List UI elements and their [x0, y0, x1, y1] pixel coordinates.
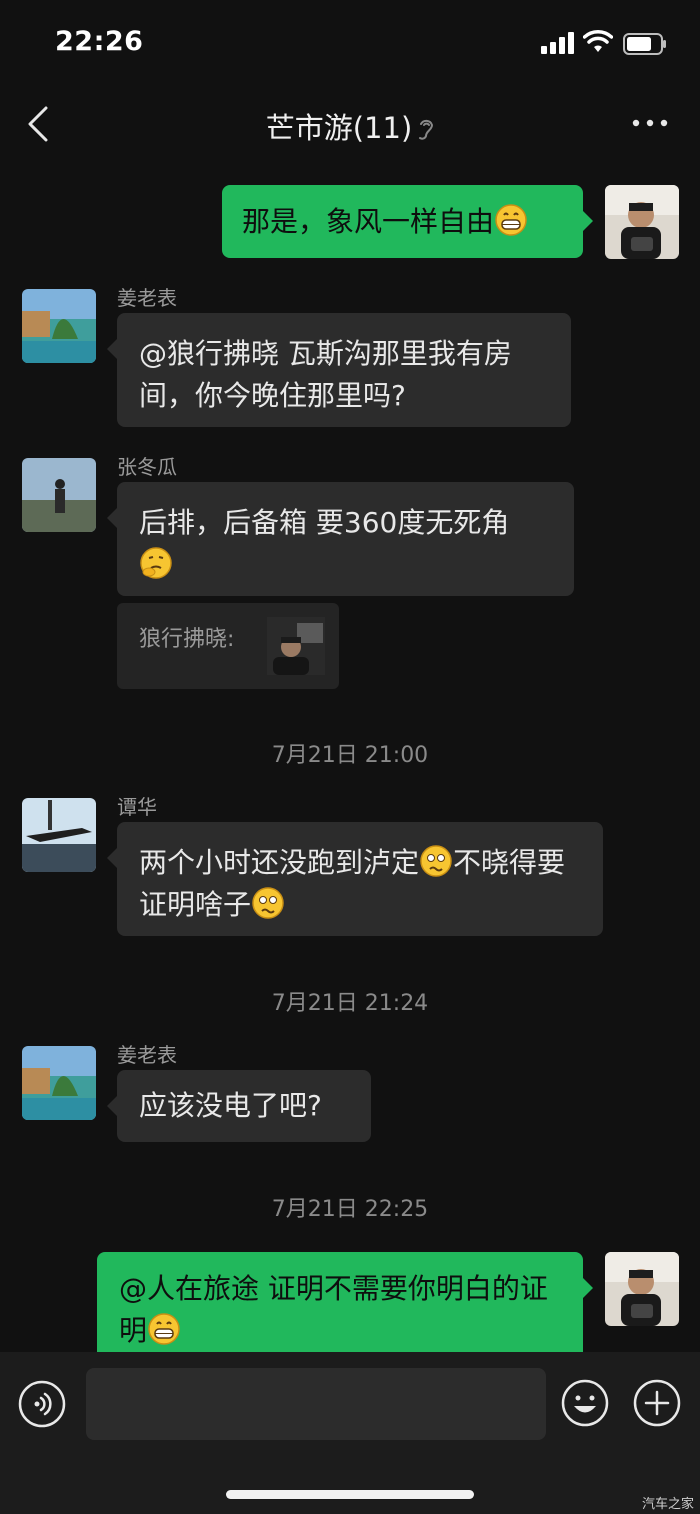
- message-bubble[interactable]: 两个小时还没跑到泸定 不晓得要证明啥子: [107, 822, 603, 936]
- timestamp: 7月21日 21:00: [271, 743, 429, 768]
- sender-name: 谭华: [117, 795, 157, 819]
- more-icon[interactable]: [628, 113, 672, 133]
- voice-icon[interactable]: [18, 1380, 66, 1428]
- avatar-tan[interactable]: [22, 798, 96, 872]
- message-input[interactable]: [86, 1368, 546, 1440]
- ear-icon: [419, 119, 434, 140]
- message-bubble[interactable]: @狼行拂晓 瓦斯沟那里我有房间，你今晚住那里吗?: [107, 313, 571, 427]
- message-text: @狼行拂晓 瓦斯沟那里我有房间，你今晚住那里吗?: [139, 337, 512, 412]
- watermark: 汽车之家: [641, 1497, 694, 1512]
- avatar-zhang[interactable]: [22, 458, 96, 532]
- sender-name: 姜老表: [117, 286, 177, 310]
- chat-title: 芒市游(11): [0, 105, 700, 147]
- sender-name: 姜老表: [117, 1043, 177, 1067]
- avatar-jiang[interactable]: [22, 289, 96, 363]
- message-bubble[interactable]: 应该没电了吧?: [107, 1070, 371, 1142]
- status-time: 22:26: [55, 26, 144, 57]
- timestamp: 7月21日 22:25: [271, 1197, 429, 1222]
- message-text: 那是，象风一样自由: [242, 205, 495, 238]
- avatar-self[interactable]: [605, 1252, 679, 1326]
- message-bubble-self[interactable]: 那是，象风一样自由: [222, 185, 593, 258]
- quoted-message[interactable]: 狼行拂晓:: [117, 603, 339, 689]
- chat-title-text: 芒市游(11): [265, 111, 413, 145]
- woozy-emoji-icon: [252, 887, 284, 919]
- quote-label: 狼行拂晓:: [139, 627, 235, 652]
- quoted-photo-icon: [267, 617, 325, 675]
- signal-icon: [541, 32, 574, 54]
- timestamp: 7月21日 21:24: [271, 991, 429, 1016]
- sender-name: 张冬瓜: [117, 455, 177, 479]
- home-indicator[interactable]: [226, 1490, 474, 1499]
- avatar-self[interactable]: [605, 185, 679, 259]
- grin-emoji-icon: [148, 1313, 180, 1345]
- grin-emoji-icon: [495, 204, 527, 236]
- message-text: 后排，后备箱 要360度无死角: [139, 506, 510, 539]
- message-bubble[interactable]: 后排，后备箱 要360度无死角: [107, 482, 574, 596]
- battery-icon: [623, 33, 666, 55]
- woozy-emoji-icon: [420, 845, 452, 877]
- message-text: 应该没电了吧?: [139, 1089, 322, 1122]
- message-bubble-self[interactable]: @人在旅途 证明不需要你明白的证明: [97, 1252, 593, 1362]
- wifi-icon: [583, 30, 613, 52]
- thinking-emoji-icon: [140, 547, 172, 579]
- avatar-jiang[interactable]: [22, 1046, 96, 1120]
- message-text: @人在旅途 证明不需要你明白的证明: [119, 1272, 548, 1347]
- emoji-icon[interactable]: [561, 1379, 609, 1427]
- plus-icon[interactable]: [633, 1379, 681, 1427]
- message-text: 两个小时还没跑到泸定: [139, 846, 420, 879]
